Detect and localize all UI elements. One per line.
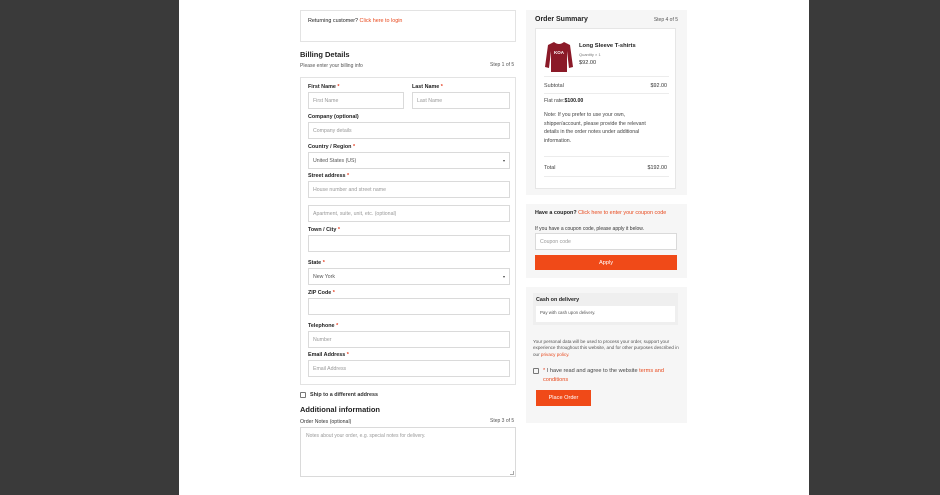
shipping-note: Note: If you prefer to use your own, shi… <box>544 112 646 144</box>
subtotal-value: $92.00 <box>650 83 668 89</box>
order-notes-textarea[interactable]: Notes about your order, e.g. special not… <box>300 427 516 477</box>
ship-different-checkbox[interactable] <box>300 392 306 398</box>
summary-card: KOA Long Sleeve T-shirts Quantity × 1 $9… <box>535 28 676 189</box>
apply-button[interactable]: Apply <box>535 255 677 270</box>
country-select[interactable]: United States (US) <box>308 152 510 169</box>
last-name-input[interactable]: Last Name <box>412 92 510 109</box>
town-input[interactable] <box>308 235 510 252</box>
required-mark: * <box>322 260 325 266</box>
total-divider <box>544 156 669 157</box>
additional-step: Step 3 of 5 <box>490 418 515 424</box>
chevron-down-icon <box>503 160 505 162</box>
required-mark: * <box>337 227 340 233</box>
telephone-input[interactable]: Number <box>308 331 510 348</box>
summary-step: Step 4 of 5 <box>653 17 678 23</box>
payment-method-desc: Pay with cash upon delivery. <box>536 306 675 322</box>
required-mark: * <box>543 368 546 374</box>
country-label: Country / Region <box>308 144 352 150</box>
additional-title: Additional information <box>300 405 380 414</box>
coupon-input[interactable]: Coupon code <box>535 233 677 250</box>
resize-handle-icon[interactable] <box>510 471 514 475</box>
billing-title: Billing Details <box>300 50 350 59</box>
state-value: New York <box>313 273 335 280</box>
total-label: Total <box>544 165 556 171</box>
tshirt-icon: KOA <box>545 42 573 72</box>
payment-method-box[interactable]: Cash on delivery Pay with cash upon deli… <box>533 293 678 325</box>
coupon-desc: If you have a coupon code, please apply … <box>535 226 644 232</box>
street-label: Street address <box>308 173 346 179</box>
required-mark: * <box>346 352 349 358</box>
state-select[interactable]: New York <box>308 268 510 285</box>
flat-rate-value: $100.00 <box>564 98 584 104</box>
product-quantity: Quantity × 1 <box>579 52 601 57</box>
telephone-placeholder: Number <box>313 336 332 343</box>
payment-panel: Cash on delivery Pay with cash upon deli… <box>526 287 687 423</box>
place-order-button[interactable]: Place Order <box>536 390 591 406</box>
billing-subtitle: Please enter your billing info <box>300 63 363 69</box>
required-mark: * <box>332 290 335 296</box>
privacy-link[interactable]: privacy policy. <box>541 352 570 357</box>
order-notes-placeholder: Notes about your order, e.g. special not… <box>306 433 426 439</box>
returning-customer-box: Returning customer? Click here to login <box>300 10 516 42</box>
terms-checkbox[interactable] <box>533 368 539 374</box>
telephone-label: Telephone <box>308 323 335 329</box>
product-name: Long Sleeve T-shirts <box>579 43 636 49</box>
product-image: KOA <box>545 41 573 73</box>
company-label: Company (optional) <box>308 114 359 120</box>
required-mark: * <box>346 173 350 179</box>
first-name-placeholder: First Name <box>313 97 339 104</box>
flat-rate-label: Flat rate: <box>544 98 565 104</box>
shirt-print: KOA <box>554 50 565 55</box>
total-value: $192.00 <box>647 165 668 171</box>
billing-step: Step 1 of 5 <box>490 62 515 68</box>
coupon-panel: Have a coupon? Click here to enter your … <box>526 204 687 278</box>
summary-title: Order Summary <box>535 16 588 23</box>
last-name-placeholder: Last Name <box>417 97 443 104</box>
email-input[interactable]: Email Address <box>308 360 510 377</box>
billing-form: First Name * First Name Last Name * Last… <box>300 77 516 385</box>
coupon-text: Have a coupon? <box>535 210 577 216</box>
apartment-input[interactable]: Apartment, suite, unit, etc. (optional) <box>308 205 510 222</box>
zip-label: ZIP Code <box>308 290 332 296</box>
company-placeholder: Company details <box>313 127 352 134</box>
returning-text: Returning customer? <box>308 18 359 24</box>
chevron-down-icon <box>503 276 505 278</box>
ship-different-label[interactable]: Ship to a different address <box>310 392 378 398</box>
required-mark: * <box>336 323 339 329</box>
required-mark: * <box>337 84 340 90</box>
last-name-label: Last Name <box>412 84 440 90</box>
company-input[interactable]: Company details <box>308 122 510 139</box>
subtotal-divider <box>544 76 669 77</box>
street-placeholder: House number and street name <box>313 186 386 193</box>
first-name-label: First Name <box>308 84 336 90</box>
email-label: Email Address <box>308 352 346 358</box>
subtotal-divider-2 <box>544 93 669 94</box>
total-divider-2 <box>544 176 669 177</box>
order-notes-label: Order Notes (optional) <box>300 419 352 425</box>
state-label: State <box>308 260 322 266</box>
country-value: United States (US) <box>313 157 357 164</box>
checkout-page: Returning customer? Click here to login … <box>179 0 809 495</box>
zip-input[interactable] <box>308 298 510 315</box>
required-mark: * <box>352 144 356 150</box>
required-mark: * <box>440 84 443 90</box>
town-label: Town / City <box>308 227 337 233</box>
subtotal-label: Subtotal <box>544 83 564 89</box>
login-link[interactable]: Click here to login <box>360 18 403 24</box>
terms-text: I have read and agree to the website <box>546 368 638 374</box>
coupon-placeholder: Coupon code <box>540 238 571 245</box>
apartment-placeholder: Apartment, suite, unit, etc. (optional) <box>313 210 397 217</box>
street-input[interactable]: House number and street name <box>308 181 510 198</box>
product-price: $92.00 <box>579 60 597 66</box>
order-summary-panel: Order Summary Step 4 of 5 KOA Long Sleev… <box>526 10 687 195</box>
email-placeholder: Email Address <box>313 365 347 372</box>
coupon-link[interactable]: Click here to enter your coupon code <box>578 210 666 216</box>
payment-method-title: Cash on delivery <box>536 297 580 303</box>
first-name-input[interactable]: First Name <box>308 92 404 109</box>
